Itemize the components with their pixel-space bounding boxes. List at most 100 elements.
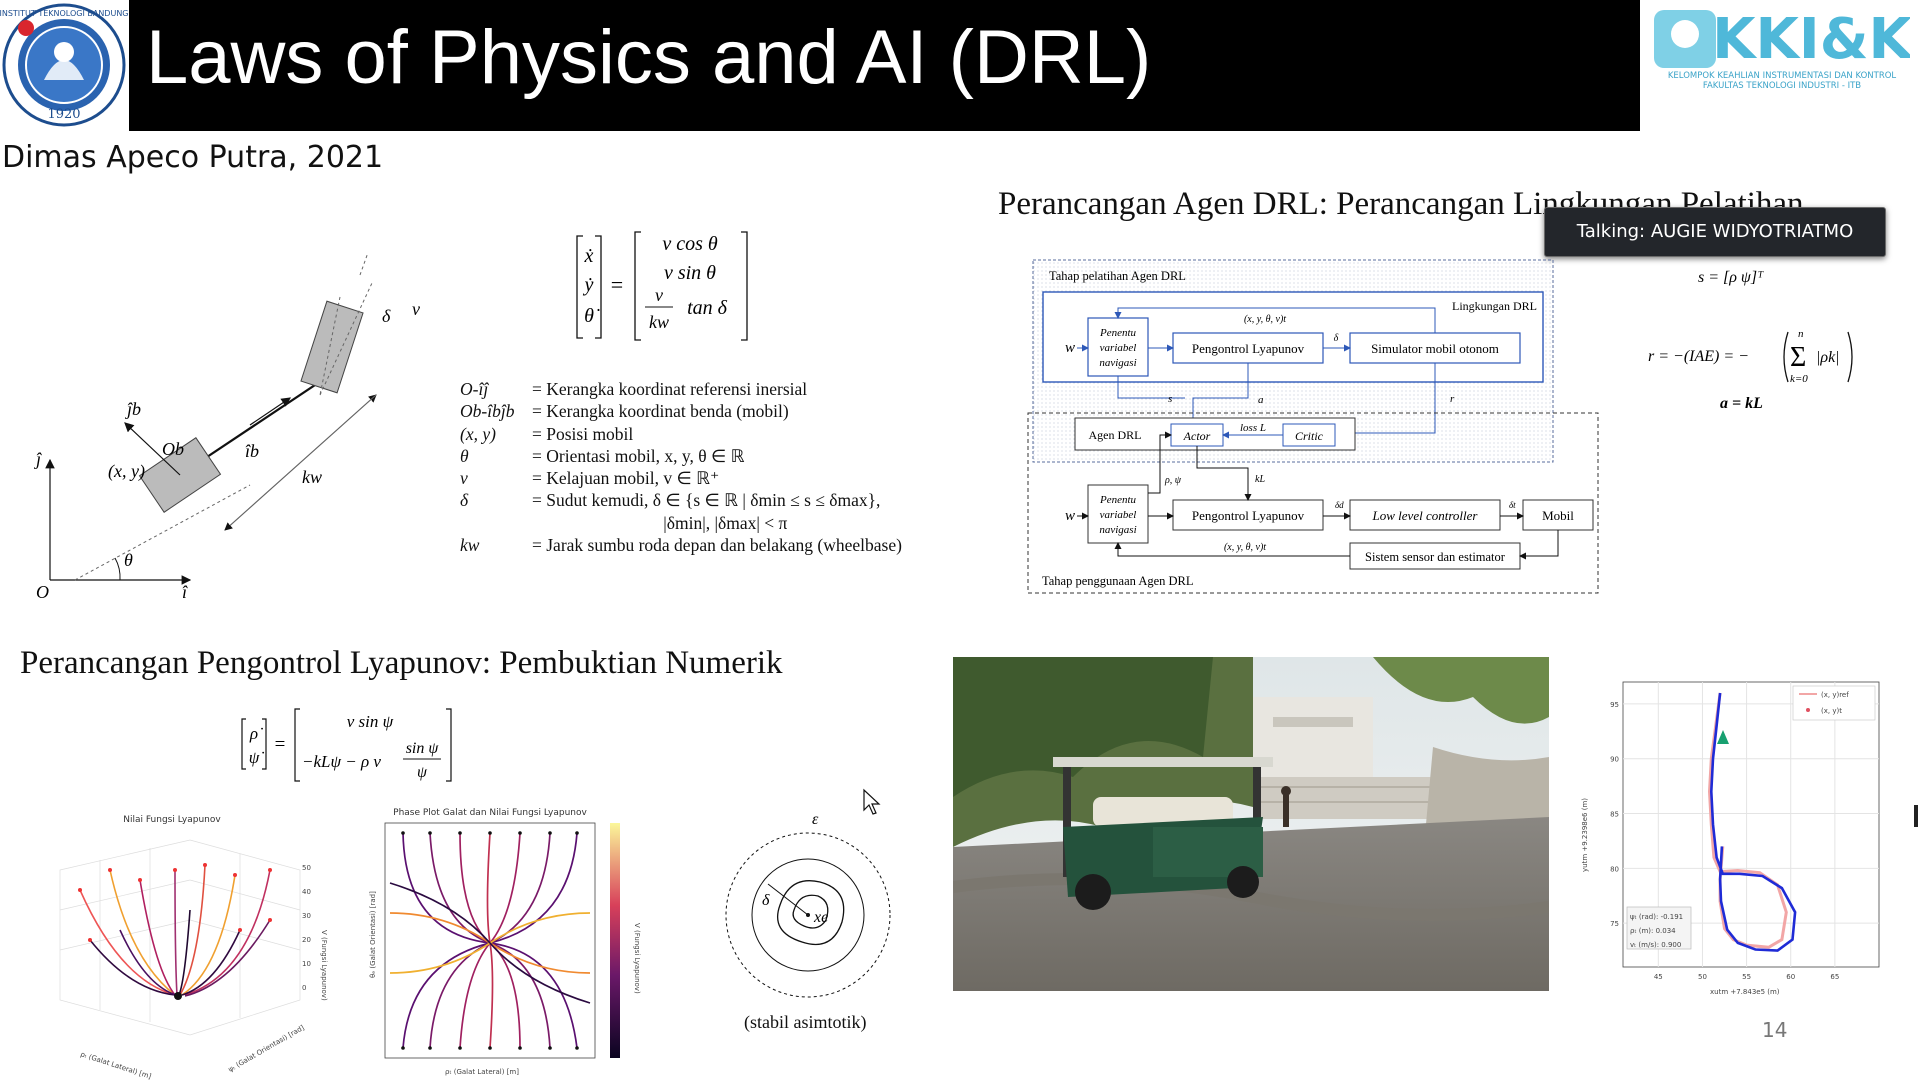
svg-text:ρ, ψ: ρ, ψ	[1164, 475, 1182, 486]
svg-text:Σ: Σ	[1790, 342, 1806, 373]
svg-text:ψ: ψ	[417, 764, 428, 781]
svg-text:variabel: variabel	[1100, 509, 1137, 521]
drl-equations: s = [ρ ψ]ᵀ r = −(IAE) = − n Σ k=0 |ρk| a…	[1648, 269, 1853, 412]
x-tick-label: 50	[1698, 973, 1707, 981]
x-tick-label: 45	[1654, 973, 1663, 981]
svg-text:δd: δd	[1335, 500, 1344, 510]
slide-title: Laws of Physics and AI (DRL)	[146, 15, 1152, 100]
svg-text:Actor: Actor	[1183, 429, 1211, 443]
svg-text:V (Fungsi Lyapunov): V (Fungsi Lyapunov)	[320, 930, 328, 1001]
svg-text:r: r	[1450, 393, 1455, 405]
svg-text:kw: kw	[649, 312, 669, 332]
x-tick-label: 65	[1830, 973, 1839, 981]
kinematics-equation: ẋ ẏ θ̇ = v cos θ v sin θ v kw tan δ	[576, 231, 748, 341]
svg-text:40: 40	[302, 888, 311, 896]
svg-text:Sistem sensor dan estimator: Sistem sensor dan estimator	[1365, 550, 1506, 564]
svg-text:w: w	[1065, 508, 1075, 524]
svg-text:ρₜ (Galat Lateral) [m]: ρₜ (Galat Lateral) [m]	[79, 1050, 152, 1080]
definition-row: (x, y) = Posisi mobil	[460, 423, 634, 444]
car-kinematics-diagram: δ v ĵb Ob îb (x, y) kw ĵ θ O î	[34, 255, 420, 602]
lyapunov-equation: ρ̇ ψ̇ = v sin ψ −kLψ − ρ v sin ψ ψ	[241, 708, 452, 782]
y-tick-label: 75	[1610, 920, 1619, 928]
svg-text:n: n	[1798, 328, 1804, 340]
svg-text:−kLψ − ρ v: −kLψ − ρ v	[302, 752, 381, 771]
svg-text:50: 50	[302, 864, 311, 872]
talking-indicator: Talking: AUGIE WIDYOTRIATMO	[1544, 207, 1886, 257]
svg-text:Penentu: Penentu	[1099, 494, 1137, 506]
golf-cart-photo	[953, 657, 1549, 991]
svg-text:20: 20	[302, 936, 311, 944]
svg-text:Lingkungan DRL: Lingkungan DRL	[1452, 299, 1537, 313]
svg-text:ẏ: ẏ	[583, 274, 594, 296]
definition-row: O-îĵ = Kerangka koordinat referensi iners…	[460, 379, 808, 399]
y-tick-label: 95	[1610, 701, 1619, 709]
svg-text:navigasi: navigasi	[1099, 357, 1136, 369]
svg-text:30: 30	[302, 912, 311, 920]
stability-diagram: ε δ xe	[725, 811, 891, 998]
label-v: v	[412, 299, 420, 319]
svg-text:Phase Plot Galat dan Nilai Fun: Phase Plot Galat dan Nilai Fungsi Lyapun…	[393, 808, 587, 818]
svg-text:kL: kL	[1255, 474, 1265, 485]
svg-text:(x, y, θ, v)t: (x, y, θ, v)t	[1244, 314, 1286, 325]
label-ib: îb	[245, 441, 259, 461]
definition-row: δ = Sudut kemudi, δ ∈ {s ∈ ℝ | δmin ≤ s ≤…	[460, 490, 881, 511]
epsilon-label: ε	[812, 811, 819, 828]
svg-text:Tahap penggunaan Agen DRL: Tahap penggunaan Agen DRL	[1042, 574, 1194, 588]
svg-text:θₑ (Galat Orientasi) [rad]: θₑ (Galat Orientasi) [rad]	[369, 891, 377, 978]
stability-caption: (stabil asimtotik)	[744, 1012, 867, 1032]
svg-text:Agen DRL: Agen DRL	[1089, 428, 1142, 442]
svg-text:Low level controller: Low level controller	[1372, 508, 1479, 523]
label-delta: δ	[382, 306, 391, 326]
svg-text:=: =	[275, 734, 286, 755]
svg-text:ψₜ (Galat Orientasi) [rad]: ψₜ (Galat Orientasi) [rad]	[227, 1024, 306, 1074]
info-rho: ρₜ (m): 0.034	[1630, 927, 1676, 935]
svg-text:|ρk|: |ρk|	[1816, 349, 1840, 366]
svg-text:FAKULTAS TEKNOLOGI INDUSTRI -: FAKULTAS TEKNOLOGI INDUSTRI - ITB	[1703, 81, 1861, 90]
x-tick-label: 55	[1742, 973, 1751, 981]
svg-text:k=0: k=0	[1790, 373, 1808, 385]
svg-text:Tahap pelatihan Agen DRL: Tahap pelatihan Agen DRL	[1049, 269, 1186, 283]
trajectory-xlabel: xutm +7.843e5 (m)	[1710, 988, 1780, 996]
svg-text:1920: 1920	[47, 107, 80, 122]
svg-text:KKI&K: KKI&K	[1712, 7, 1910, 72]
svg-text:v: v	[655, 285, 663, 305]
trajectory-ylabel: yutm +9.2398e6 (m)	[1581, 798, 1589, 872]
svg-text:Penentu: Penentu	[1099, 327, 1137, 339]
svg-text:δ: δ	[1334, 333, 1339, 344]
svg-text:θ̇: θ̇	[584, 305, 600, 327]
mouse-cursor-icon	[862, 788, 882, 820]
definition-row: v = Kelajuan mobil, v ∈ ℝ⁺	[460, 468, 720, 489]
legend-actual: (x, y)t	[1821, 707, 1842, 715]
svg-text:INSTITUT TEKNOLOGI BANDUNG: INSTITUT TEKNOLOGI BANDUNG	[0, 9, 128, 18]
definition-row: Ob-îbĵb = Kerangka koordinat benda (mobil…	[460, 401, 789, 422]
y-tick-label: 90	[1610, 756, 1619, 764]
itb-logo: 1920 INSTITUT TEKNOLOGI BANDUNG	[0, 0, 129, 130]
label-ob: Ob	[162, 439, 184, 459]
svg-text:ρₜ (Galat Lateral) [m]: ρₜ (Galat Lateral) [m]	[445, 1068, 519, 1076]
svg-text:w: w	[1065, 340, 1075, 356]
xe-label: xe	[813, 909, 828, 926]
svg-text:Nilai Fungsi Lyapunov: Nilai Fungsi Lyapunov	[123, 815, 221, 825]
svg-text:Pengontrol Lyapunov: Pengontrol Lyapunov	[1192, 341, 1305, 356]
definition-row: θ = Orientasi mobil, x, y, θ ∈ ℝ	[460, 445, 745, 466]
svg-text:KELOMPOK KEAHLIAN INSTRUMENTAS: KELOMPOK KEAHLIAN INSTRUMENTASI DAN KONT…	[1668, 71, 1897, 81]
svg-text:a = kL: a = kL	[1720, 395, 1763, 412]
svg-text:0: 0	[302, 984, 306, 992]
scroll-marker	[1914, 805, 1918, 827]
lyapunov-3d-plot: Nilai Fungsi Lyapunov 50 40 30 20 10 0 V (Fun…	[59, 815, 328, 1080]
svg-text:s = [ρ ψ]ᵀ: s = [ρ ψ]ᵀ	[1698, 269, 1764, 286]
svg-text:ψ̇: ψ̇	[249, 748, 265, 767]
svg-text:V (Fungsi Lyapunov): V (Fungsi Lyapunov)	[633, 923, 641, 994]
phase-plot: Phase Plot Galat dan Nilai Fungsi Lyapun…	[369, 808, 641, 1076]
svg-text:variabel: variabel	[1100, 342, 1137, 354]
label-kw: kw	[302, 467, 322, 487]
svg-text:(x, y, θ, v)t: (x, y, θ, v)t	[1224, 542, 1266, 553]
svg-text:ρ̇: ρ̇	[249, 724, 263, 743]
x-tick-label: 60	[1786, 973, 1795, 981]
definition-row: kw = Jarak sumbu roda depan dan belakang …	[460, 535, 902, 556]
svg-text:Simulator mobil otonom: Simulator mobil otonom	[1371, 341, 1499, 356]
svg-text:δt: δt	[1509, 500, 1516, 510]
symbol-definitions: O-îĵ = Kerangka koordinat referensi iners…	[460, 378, 902, 556]
svg-text:Mobil: Mobil	[1542, 508, 1574, 523]
label-xy: (x, y)	[108, 461, 145, 482]
